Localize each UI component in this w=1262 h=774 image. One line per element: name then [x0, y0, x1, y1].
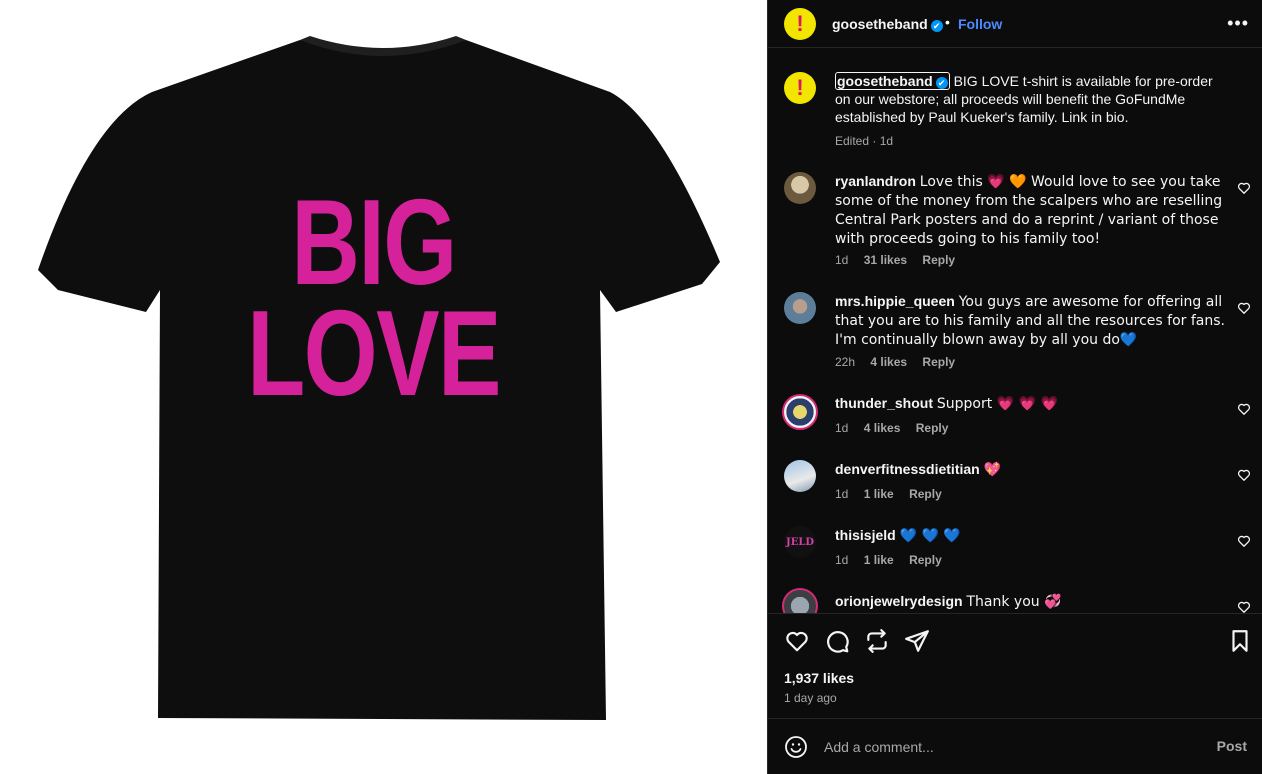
bookmark-icon[interactable]	[1227, 628, 1253, 654]
commenter-avatar[interactable]	[784, 460, 816, 492]
commenter-avatar[interactable]	[782, 588, 818, 613]
comment-username[interactable]: thunder_shout	[835, 395, 933, 411]
like-comment-icon[interactable]	[1237, 181, 1251, 195]
comment-likes[interactable]: 1 like	[864, 487, 894, 501]
author-username[interactable]: goosetheband ✔	[832, 16, 943, 32]
caption-meta: Edited · 1d	[835, 134, 894, 148]
comment-body: denverfitnessdietitian 💖	[835, 460, 1227, 479]
reply-button[interactable]: Reply	[916, 421, 949, 435]
avatar-exclamation-glyph: !	[796, 11, 804, 36]
comment-icon[interactable]	[824, 628, 850, 654]
comment-likes[interactable]: 4 likes	[864, 421, 901, 435]
post-header: ! goosetheband ✔ • Follow •••	[768, 0, 1262, 48]
like-comment-icon[interactable]	[1237, 534, 1251, 548]
caption-body: goosetheband ✔ BIG LOVE t-shirt is availa…	[835, 72, 1227, 126]
comment-meta: 1d 1 like Reply	[835, 553, 954, 567]
comment-body: ryanlandron Love this 💗 🧡 Would love to …	[835, 172, 1227, 248]
like-comment-icon[interactable]	[1237, 402, 1251, 416]
caption-username-text: goosetheband	[837, 73, 933, 89]
comment-username[interactable]: orionjewelrydesign	[835, 593, 963, 609]
post-comment-button[interactable]: Post	[1217, 738, 1247, 754]
repost-icon[interactable]	[864, 628, 890, 654]
comment-text: 💙 💙 💙	[899, 528, 961, 544]
comment-likes[interactable]: 4 likes	[870, 355, 907, 369]
commenter-avatar[interactable]	[784, 172, 816, 204]
add-comment-bar: Post	[768, 718, 1262, 774]
comment-age: 1d	[835, 421, 849, 435]
verified-badge-icon: ✔	[935, 77, 948, 89]
comment-username[interactable]: ryanlandron	[835, 173, 916, 189]
comment-age: 1d	[835, 553, 849, 567]
post-image[interactable]: BIG LOVE	[0, 0, 767, 774]
comment-text: 💖	[983, 462, 1002, 478]
like-comment-icon[interactable]	[1237, 600, 1251, 614]
comment-age: 22h	[835, 355, 856, 369]
comment-body: thisisjeld 💙 💙 💙	[835, 526, 1227, 545]
reply-button[interactable]: Reply	[922, 355, 955, 369]
comment-likes[interactable]: 31 likes	[864, 253, 907, 267]
like-comment-icon[interactable]	[1237, 301, 1251, 315]
comment-body: thunder_shout Support 💗 💗 💗	[835, 394, 1227, 413]
reply-button[interactable]: Reply	[909, 553, 942, 567]
comment-username[interactable]: mrs.hippie_queen	[835, 293, 955, 309]
emoji-icon[interactable]	[784, 735, 808, 759]
comment-username[interactable]: thisisjeld	[835, 527, 896, 543]
caption-avatar[interactable]: !	[784, 72, 816, 104]
comment-likes[interactable]: 1 like	[864, 553, 894, 567]
commenter-avatar[interactable]	[784, 292, 816, 324]
avatar-exclamation-glyph: !	[796, 75, 804, 100]
header-separator: •	[945, 14, 950, 30]
comment-meta: 22h 4 likes Reply	[835, 355, 967, 369]
comment-meta: 1d 4 likes Reply	[835, 421, 960, 435]
reply-button[interactable]: Reply	[922, 253, 955, 267]
author-avatar[interactable]: !	[784, 8, 816, 40]
heart-icon[interactable]	[784, 628, 810, 654]
share-icon[interactable]	[904, 628, 930, 654]
more-options-icon[interactable]: •••	[1227, 14, 1249, 32]
commenter-avatar[interactable]: JELD	[784, 526, 816, 558]
comment-text: Support 💗 💗 💗	[936, 396, 1058, 412]
comment-body: mrs.hippie_queen You guys are awesome fo…	[835, 292, 1227, 349]
caption-username[interactable]: goosetheband ✔	[835, 72, 950, 90]
comment-username[interactable]: denverfitnessdietitian	[835, 461, 980, 477]
post-details-panel: ! goosetheband ✔ • Follow ••• ! goosetheb…	[767, 0, 1262, 774]
like-comment-icon[interactable]	[1237, 468, 1251, 482]
author-username-text: goosetheband	[832, 16, 928, 32]
comment-input[interactable]	[824, 735, 1204, 759]
comment-body: orionjewelrydesign Thank you 💞	[835, 592, 1227, 611]
comment-text: Thank you 💞	[966, 594, 1062, 610]
post-actions: 1,937 likes 1 day ago	[768, 614, 1262, 718]
post-time: 1 day ago	[784, 691, 837, 705]
comments-list[interactable]: ! goosetheband ✔ BIG LOVE t-shirt is avai…	[768, 48, 1262, 614]
likes-count[interactable]: 1,937 likes	[784, 670, 854, 686]
reply-button[interactable]: Reply	[909, 487, 942, 501]
comment-meta: 1d 31 likes Reply	[835, 253, 967, 267]
comment-age: 1d	[835, 487, 849, 501]
comment-meta: 1d 1 like Reply	[835, 487, 954, 501]
comment-age: 1d	[835, 253, 849, 267]
verified-badge-icon: ✔	[930, 20, 943, 32]
commenter-avatar[interactable]	[782, 394, 818, 430]
shirt-print-love: LOVE	[247, 285, 501, 421]
follow-button[interactable]: Follow	[958, 16, 1002, 32]
